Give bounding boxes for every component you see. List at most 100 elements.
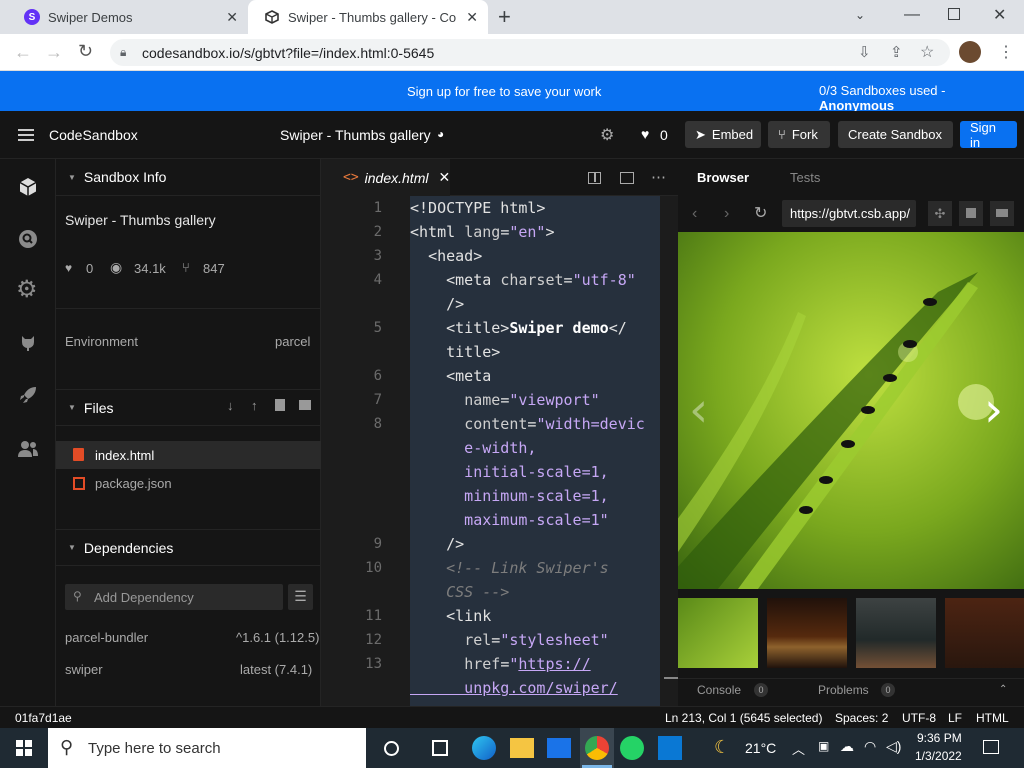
- sandbox-info-header[interactable]: ▼ Sandbox Info: [56, 159, 321, 196]
- windows-start-icon[interactable]: [16, 740, 32, 756]
- sandbox-info-cube-icon[interactable]: [16, 175, 40, 199]
- profile-avatar[interactable]: [959, 41, 981, 63]
- vscode-icon[interactable]: [658, 736, 682, 760]
- close-window-button[interactable]: ✕: [993, 5, 1006, 25]
- gallery-prev-arrow-icon[interactable]: ‹: [689, 382, 708, 438]
- address-bar[interactable]: 🔒︎ codesandbox.io/s/gbtvt?file=/index.ht…: [110, 39, 950, 66]
- end-of-line[interactable]: LF: [948, 711, 962, 725]
- brand-name[interactable]: CodeSandbox: [49, 127, 138, 143]
- edge-icon[interactable]: [472, 736, 496, 760]
- add-dependency-input[interactable]: ⚲ Add Dependency: [65, 584, 283, 610]
- gallery-thumbnail[interactable]: [945, 598, 1024, 668]
- fork-icon: ⑂: [182, 260, 190, 275]
- tab-search-chevron-icon[interactable]: ⌄: [855, 8, 865, 22]
- github-icon[interactable]: [16, 330, 40, 354]
- browser-tab-codesandbox[interactable]: Swiper - Thumbs gallery - CodeS ✕: [248, 0, 488, 34]
- dependency-list-icon[interactable]: ☰: [288, 584, 313, 610]
- reload-icon[interactable]: ↻: [78, 41, 93, 62]
- preview-refresh-icon[interactable]: ↻: [754, 203, 767, 223]
- whatsapp-icon[interactable]: [620, 736, 644, 760]
- clock-date[interactable]: 1/3/2022: [915, 749, 962, 763]
- sandbox-title[interactable]: Swiper - Thumbs gallery: [280, 127, 431, 143]
- preview-back-icon[interactable]: ‹: [692, 205, 697, 223]
- fork-button[interactable]: ⑂ Fork: [768, 121, 830, 148]
- file-name[interactable]: package.json: [95, 476, 172, 491]
- weather-temp[interactable]: 21°C: [745, 740, 776, 756]
- chrome-taskbar-button[interactable]: [580, 728, 614, 768]
- indentation[interactable]: Spaces: 2: [835, 711, 888, 725]
- dependencies-header[interactable]: ▼ Dependencies: [56, 529, 321, 566]
- split-view-icon[interactable]: [588, 172, 601, 184]
- volume-icon[interactable]: ◁): [886, 738, 901, 755]
- clock-time[interactable]: 9:36 PM: [917, 731, 962, 745]
- sign-in-button[interactable]: Sign in: [960, 120, 1017, 150]
- forward-arrow-icon[interactable]: →: [45, 42, 63, 63]
- problems-tab[interactable]: Problems: [818, 683, 869, 697]
- cortana-icon[interactable]: [384, 741, 399, 756]
- signup-message[interactable]: Sign up for free to save your work: [407, 84, 601, 99]
- tab-browser[interactable]: Browser: [697, 170, 749, 185]
- dependency-version[interactable]: ^1.6.1 (1.12.5): [236, 630, 319, 645]
- embed-button[interactable]: ➤ Embed: [685, 121, 761, 148]
- share-icon[interactable]: ⇪: [890, 43, 903, 61]
- notifications-icon[interactable]: [983, 740, 999, 754]
- hamburger-menu-icon[interactable]: [18, 129, 34, 141]
- like-heart-icon[interactable]: ♥: [641, 126, 649, 142]
- close-tab-icon[interactable]: ✕: [226, 9, 238, 26]
- new-file-icon[interactable]: [275, 399, 285, 411]
- encoding[interactable]: UTF-8: [902, 711, 936, 725]
- file-explorer-icon[interactable]: [510, 738, 534, 758]
- editor-tab-index-html[interactable]: <> index.html ✕: [330, 159, 450, 196]
- responsive-mode-icon[interactable]: ✣: [928, 201, 952, 226]
- live-users-icon[interactable]: [16, 437, 40, 461]
- preview-forward-icon[interactable]: ›: [724, 205, 729, 223]
- back-arrow-icon[interactable]: ←: [14, 42, 32, 63]
- search-icon[interactable]: [16, 227, 40, 251]
- taskbar-search-box[interactable]: ⚲ Type here to search: [48, 728, 366, 768]
- show-hidden-icons-chevron-icon[interactable]: ︿: [792, 739, 805, 758]
- restore-window-button[interactable]: [948, 8, 960, 20]
- new-tab-button[interactable]: +: [498, 4, 511, 30]
- open-new-window-icon[interactable]: [959, 201, 983, 226]
- tab-tests[interactable]: Tests: [790, 170, 820, 185]
- browser-tab-bar: S Swiper Demos ✕ Swiper - Thumbs gallery…: [0, 0, 1024, 34]
- device-icon[interactable]: ▣: [818, 739, 829, 753]
- gallery-thumbnail[interactable]: [856, 598, 936, 668]
- lock-icon: 🔒︎: [120, 45, 127, 59]
- bookmark-star-icon[interactable]: ☆: [920, 42, 934, 62]
- mail-icon[interactable]: [547, 738, 571, 758]
- minimize-window-button[interactable]: —: [904, 6, 920, 24]
- open-new-tab-icon[interactable]: [990, 201, 1014, 226]
- gallery-thumbnail[interactable]: [767, 598, 847, 668]
- upload-icon[interactable]: ↑: [251, 398, 258, 413]
- browser-menu-icon[interactable]: ⋮: [998, 42, 1014, 62]
- wifi-icon[interactable]: ◠: [864, 738, 876, 755]
- preview-view-icon[interactable]: [620, 172, 634, 184]
- cursor-position[interactable]: Ln 213, Col 1 (5645 selected): [665, 711, 822, 725]
- close-tab-icon[interactable]: ✕: [438, 169, 450, 186]
- create-sandbox-button[interactable]: Create Sandbox: [838, 121, 953, 148]
- language-mode[interactable]: HTML: [976, 711, 1009, 725]
- download-icon[interactable]: ↓: [227, 398, 234, 413]
- cloud-icon[interactable]: ☁: [840, 738, 854, 755]
- preview-url-input[interactable]: https://gbtvt.csb.app/: [782, 200, 916, 227]
- settings-gear-icon[interactable]: ⚙: [16, 278, 40, 302]
- more-options-icon[interactable]: ⋯: [651, 168, 666, 186]
- code-content[interactable]: <!DOCTYPE html> <html lang="en"> <head> …: [410, 196, 645, 700]
- line-number: 10: [365, 560, 382, 576]
- expand-console-chevron-icon[interactable]: ⌃: [999, 684, 1007, 695]
- new-folder-icon[interactable]: [299, 400, 311, 410]
- browser-tab-swiper-demos[interactable]: S Swiper Demos ✕: [8, 0, 248, 34]
- file-name[interactable]: index.html: [95, 448, 154, 463]
- dependency-version[interactable]: latest (7.4.1): [240, 662, 312, 677]
- gallery-next-arrow-icon[interactable]: ›: [984, 382, 1003, 438]
- deploy-rocket-icon[interactable]: [16, 383, 40, 407]
- gallery-thumbnail[interactable]: [678, 598, 758, 668]
- weather-moon-icon[interactable]: ☾: [714, 737, 730, 758]
- install-icon[interactable]: ⇩: [858, 43, 871, 61]
- settings-gear-icon[interactable]: ⚙: [600, 125, 614, 145]
- console-tab[interactable]: Console: [697, 683, 741, 697]
- close-tab-icon[interactable]: ✕: [466, 9, 478, 26]
- task-view-icon[interactable]: [432, 740, 448, 756]
- gallery-main-image[interactable]: [678, 232, 1024, 589]
